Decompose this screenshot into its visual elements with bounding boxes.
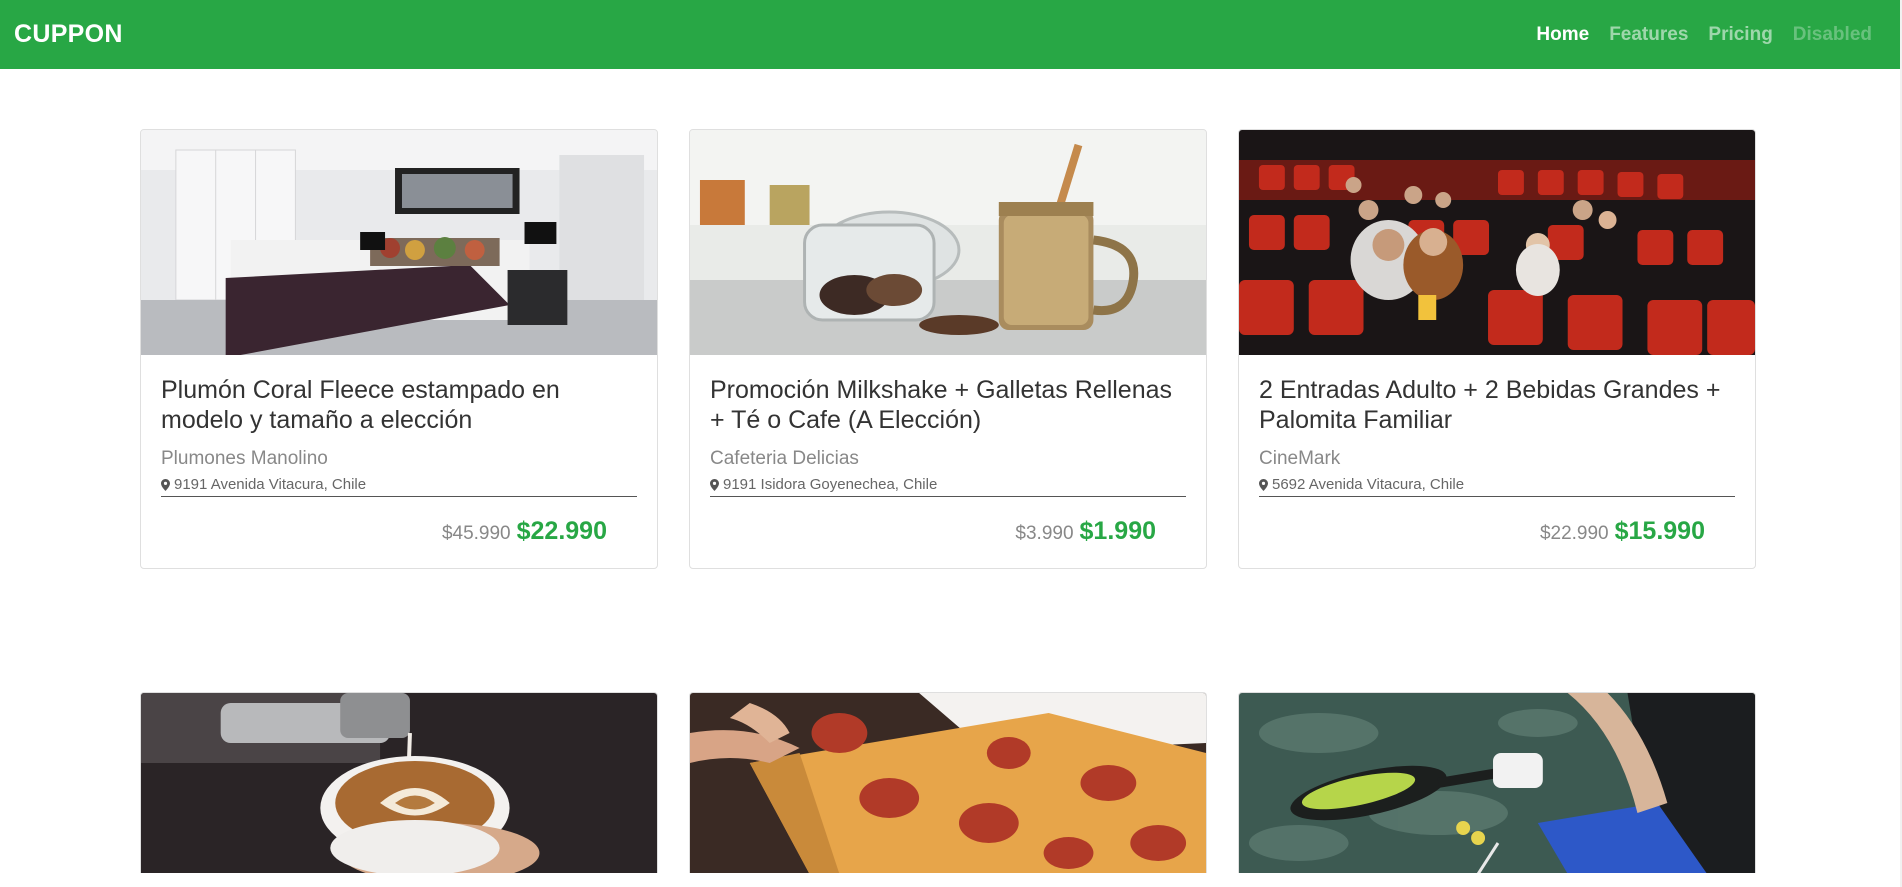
nav-link-pricing[interactable]: Pricing [1708,24,1772,46]
map-pin-icon [161,478,170,491]
deal-card[interactable]: Plumón Coral Fleece estampado en modelo … [140,129,658,569]
deal-title[interactable]: Promoción Milkshake + Galletas Rellenas … [710,375,1186,435]
nav-link-home[interactable]: Home [1536,24,1589,46]
deal-title[interactable]: 2 Entradas Adulto + 2 Bebidas Grandes + … [1259,375,1735,435]
old-price: $3.990 [1015,523,1074,544]
nav-link-disabled: Disabled [1792,23,1872,45]
deal-card[interactable] [140,692,658,873]
deal-location: 9191 Avenida Vitacura, Chile [161,476,637,497]
price-row: $3.990 $1.990 [710,517,1186,546]
price-row: $45.990 $22.990 [161,517,637,546]
old-price: $22.990 [1539,523,1609,544]
cookie-jar-milkshake-photo[interactable] [690,130,1206,355]
location-text: 5692 Avenida Vitacura, Chile [1272,476,1465,493]
card-body: Plumón Coral Fleece estampado en modelo … [141,355,657,568]
deal-company: CineMark [1259,448,1341,469]
top-navbar: CUPPON Home Features Pricing Disabled [0,0,1900,69]
new-price: $1.990 [1079,517,1156,545]
map-pin-icon [1259,478,1268,491]
deal-location: 9191 Isidora Goyenechea, Chile [710,476,1186,497]
latte-art-photo[interactable] [141,693,657,873]
price-row: $22.990 $15.990 [1259,517,1735,546]
nav-link-features[interactable]: Features [1609,24,1688,46]
deal-title[interactable]: Plumón Coral Fleece estampado en modelo … [161,375,637,435]
deal-card[interactable]: Promoción Milkshake + Galletas Rellenas … [689,129,1207,569]
cinema-audience-photo[interactable] [1239,130,1755,355]
map-pin-icon [710,478,719,491]
deal-company: Cafeteria Delicias [710,448,859,469]
brand-logo[interactable]: CUPPON [14,20,123,49]
old-price: $45.990 [441,523,511,544]
deal-location: 5692 Avenida Vitacura, Chile [1259,476,1735,497]
pizza-slice-photo[interactable] [690,693,1206,873]
deal-card[interactable]: 2 Entradas Adulto + 2 Bebidas Grandes + … [1238,129,1756,569]
deals-grid: Plumón Coral Fleece estampado en modelo … [140,129,1759,873]
deal-card[interactable] [1238,692,1756,873]
location-text: 9191 Isidora Goyenechea, Chile [723,476,938,493]
nav-links: Home Features Pricing Disabled [1536,24,1872,46]
card-body: Promoción Milkshake + Galletas Rellenas … [690,355,1206,568]
card-body: 2 Entradas Adulto + 2 Bebidas Grandes + … [1239,355,1755,568]
deals-row [140,692,1759,873]
location-text: 9191 Avenida Vitacura, Chile [174,476,367,493]
new-price: $15.990 [1614,517,1705,545]
deal-card[interactable] [689,692,1207,873]
new-price: $22.990 [516,517,607,545]
bedroom-photo[interactable] [141,130,657,355]
deal-company: Plumones Manolino [161,448,328,469]
deals-row: Plumón Coral Fleece estampado en modelo … [140,129,1759,569]
padel-racket-photo[interactable] [1239,693,1755,873]
